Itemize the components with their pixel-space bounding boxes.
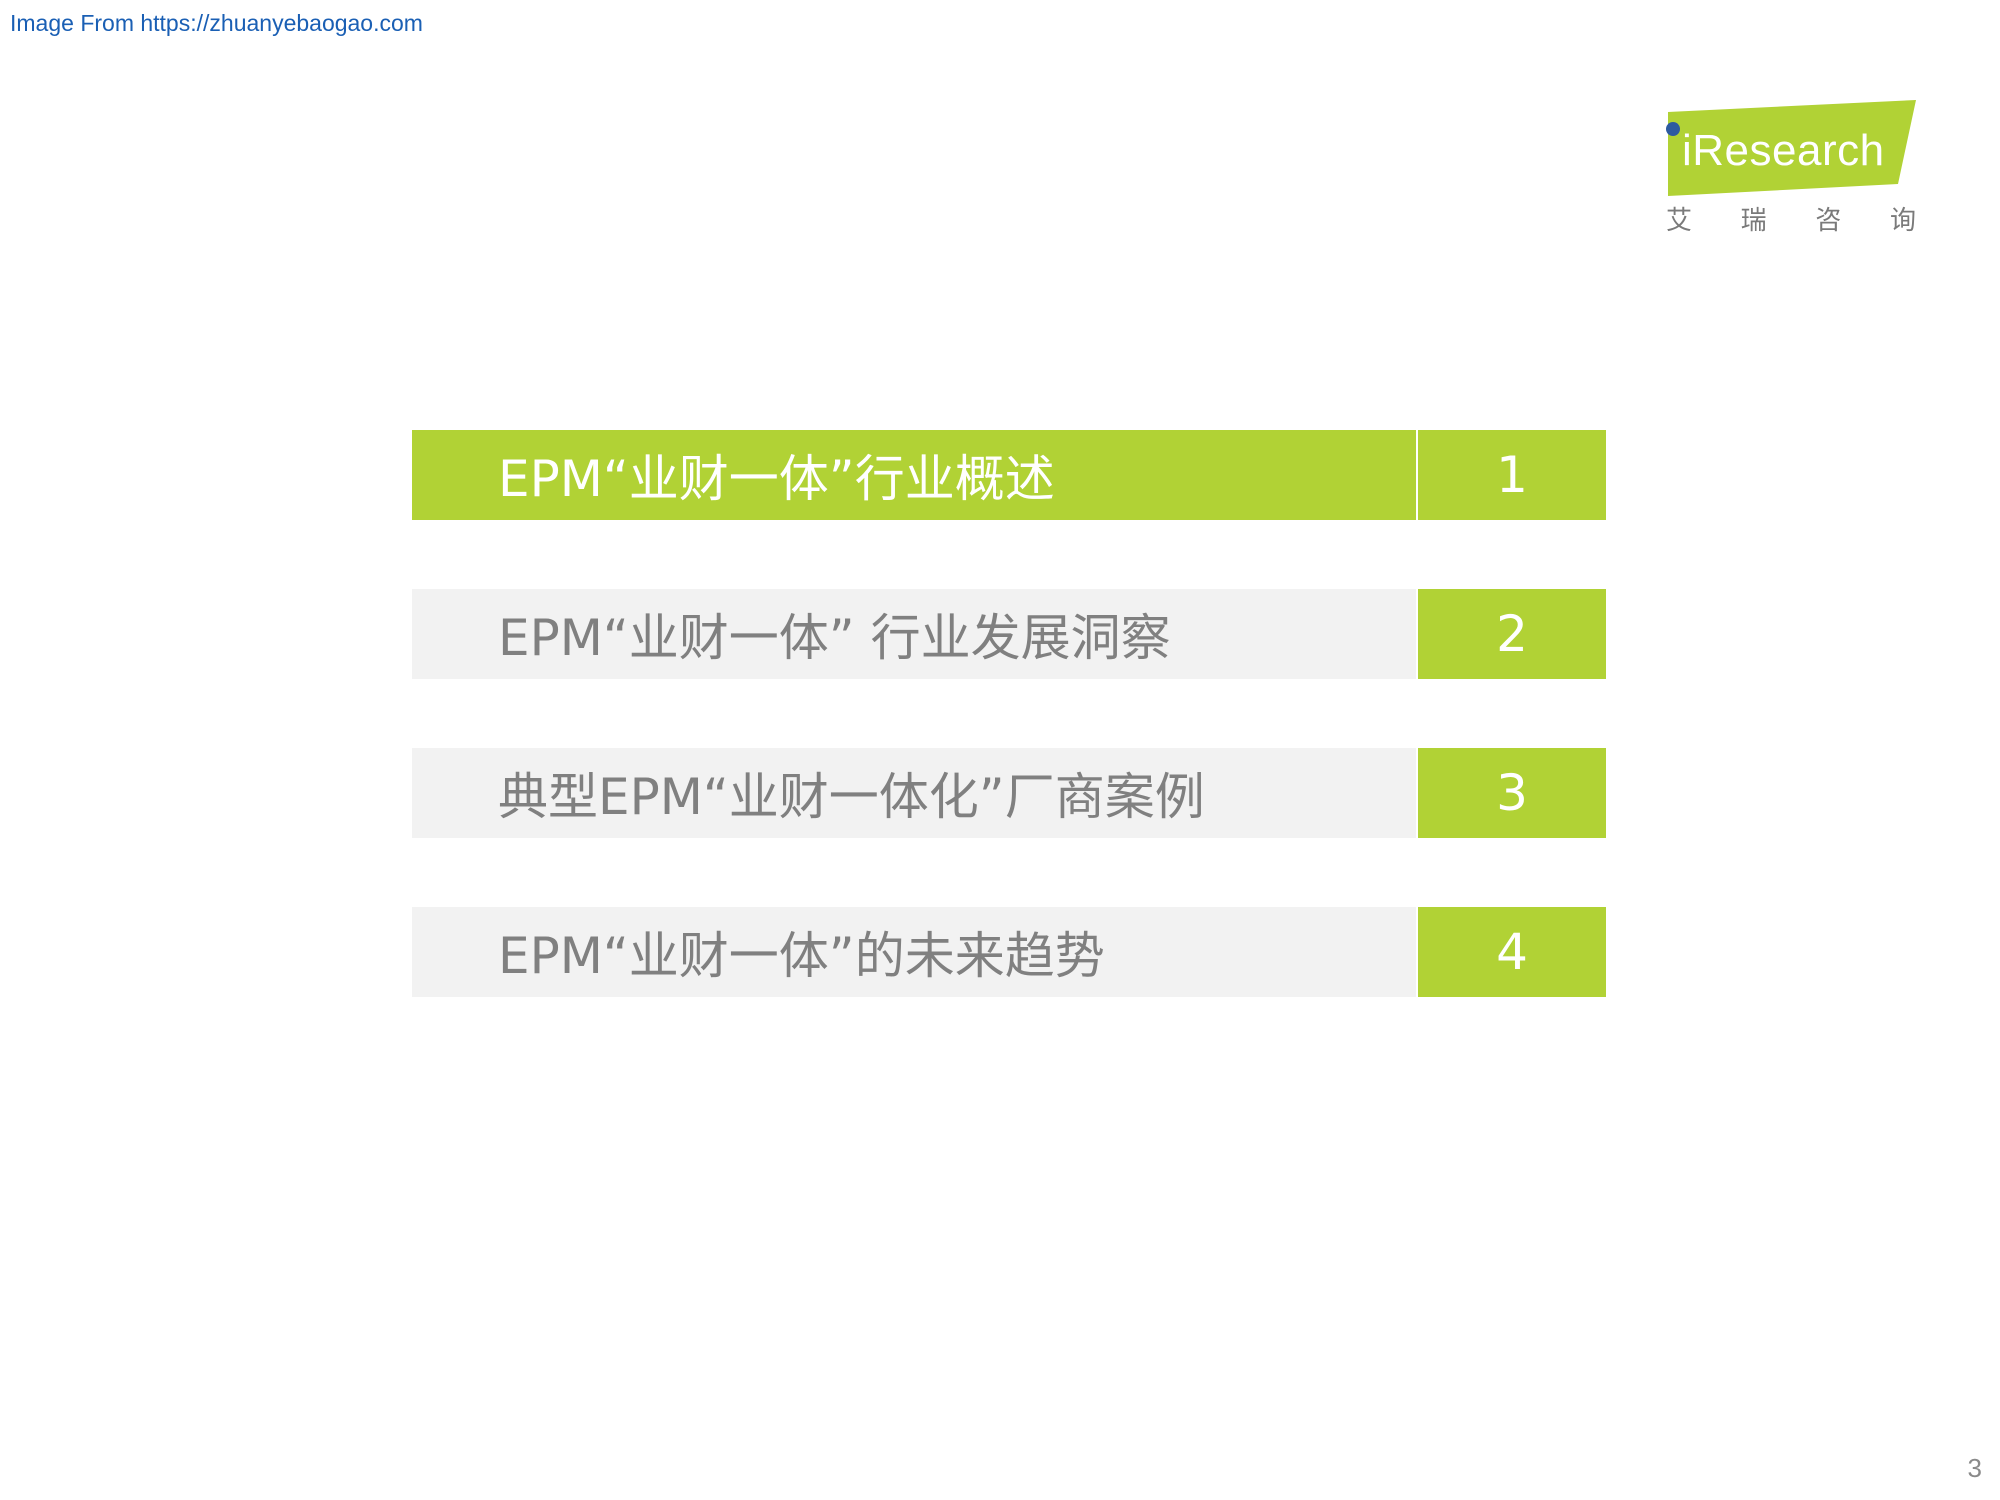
toc-item-number: 1 [1416,430,1606,520]
logo-cn-name: 艾 瑞 咨 询 [1666,200,1916,237]
toc-item-3[interactable]: 典型EPM“业财一体化”厂商案例 3 [412,748,1606,838]
iresearch-logo: iResearch 艾 瑞 咨 询 [1660,100,1920,240]
toc-item-label: 典型EPM“业财一体化”厂商案例 [412,748,1416,838]
toc-item-number: 3 [1418,748,1606,838]
toc-item-2[interactable]: EPM“业财一体” 行业发展洞察 2 [412,589,1606,679]
toc-item-label: EPM“业财一体”行业概述 [412,430,1416,520]
logo-cn-char: 艾 [1666,206,1693,236]
toc-item-number: 2 [1418,589,1606,679]
logo-cn-char: 咨 [1815,206,1842,236]
toc-item-number: 4 [1418,907,1606,997]
table-of-contents: EPM“业财一体”行业概述 1 EPM“业财一体” 行业发展洞察 2 典型EPM… [412,430,1606,1066]
logo-cn-char: 瑞 [1740,206,1767,236]
logo-dot-icon [1666,122,1680,136]
source-link[interactable]: Image From https://zhuanyebaogao.com [10,10,423,37]
toc-item-label: EPM“业财一体” 行业发展洞察 [412,589,1416,679]
logo-brand-text: iResearch [1682,126,1885,175]
toc-item-4[interactable]: EPM“业财一体”的未来趋势 4 [412,907,1606,997]
page-number: 3 [1967,1453,1982,1483]
logo-cn-char: 询 [1889,206,1916,236]
toc-item-1[interactable]: EPM“业财一体”行业概述 1 [412,430,1606,520]
toc-item-label: EPM“业财一体”的未来趋势 [412,907,1416,997]
